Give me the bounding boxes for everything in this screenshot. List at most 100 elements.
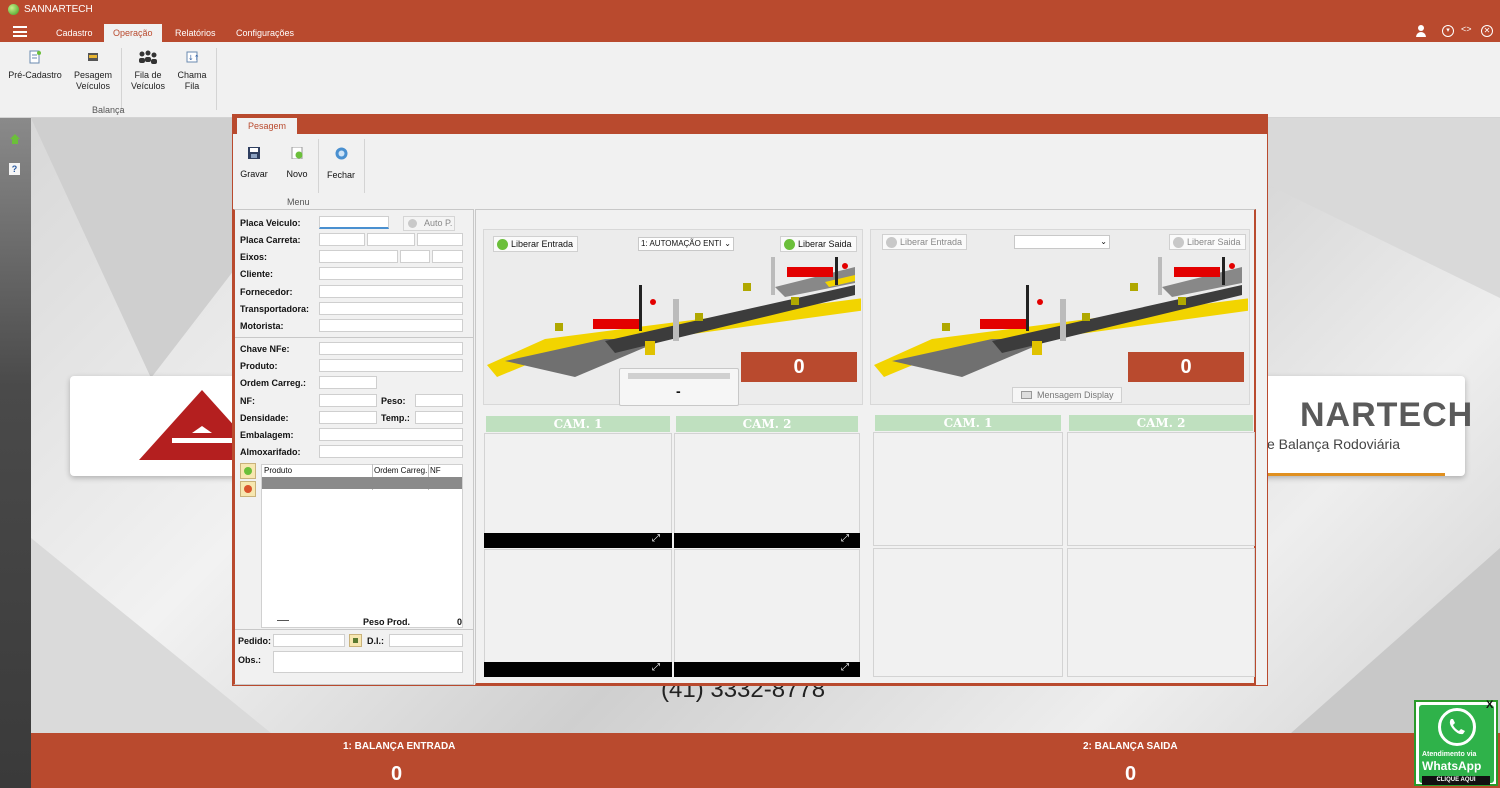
user-icon[interactable] [1416, 25, 1426, 37]
placa-carreta-input-1[interactable] [319, 233, 365, 246]
tab-operacao[interactable]: Operação [104, 24, 162, 42]
tab-cadastro[interactable]: Cadastro [47, 24, 102, 42]
ribbon-group-label: Balança [92, 105, 125, 115]
home-icon[interactable] [9, 133, 21, 145]
whatsapp-button[interactable]: Atendimento via WhatsApp CLIQUE AQUI X [1414, 699, 1498, 786]
gravar-button[interactable]: Gravar [239, 147, 269, 179]
chevron-down-icon[interactable]: ▾ [1442, 25, 1454, 37]
eixos-input-2[interactable] [400, 250, 430, 263]
whatsapp-close-button[interactable]: X [1486, 699, 1493, 711]
chevron-down-icon: ⌄ [724, 239, 731, 248]
ordem-carreg-input[interactable] [319, 376, 377, 389]
remove-product-button[interactable] [240, 481, 256, 497]
help-icon[interactable]: ? [9, 163, 20, 175]
almoxarifado-input[interactable] [319, 445, 463, 458]
eixos-input-3[interactable] [432, 250, 463, 263]
placa-veiculo-input[interactable] [319, 216, 389, 229]
di-label: D.I.: [367, 636, 384, 646]
grid-col-nf[interactable]: NF [430, 466, 441, 475]
grid-footer-dash [277, 620, 289, 621]
check-icon [1173, 237, 1184, 248]
add-product-button[interactable] [240, 463, 256, 479]
scale2-cam2-view[interactable] [1067, 432, 1255, 546]
fechar-button[interactable]: Fechar [325, 147, 357, 180]
close-icon[interactable]: ✕ [1481, 25, 1493, 37]
scale1-liberar-saida-button[interactable]: Liberar Saida [780, 236, 857, 252]
pesagem-veiculos-button[interactable]: Pesagem Veículos [70, 50, 116, 92]
close-circle-icon [335, 147, 347, 160]
scale2-cam3-view[interactable] [873, 548, 1063, 677]
calendar-button[interactable] [349, 634, 362, 647]
scale2-cam2-header: CAM. 2 [1069, 415, 1253, 431]
fornecedor-input[interactable] [319, 285, 463, 298]
scale1-cam3-footer [484, 662, 672, 677]
peso-prod-label: Peso Prod. [363, 617, 411, 627]
peso-input[interactable] [415, 394, 463, 407]
scale2-liberar-entrada-button[interactable]: Liberar Entrada [882, 234, 968, 250]
expand-icon[interactable]: ⤢ [652, 662, 660, 673]
pre-cadastro-button[interactable]: Pré-Cadastro [6, 50, 64, 81]
placa-veiculo-label: Placa Veiculo: [240, 218, 301, 228]
obs-textarea[interactable] [273, 651, 463, 673]
transportadora-input[interactable] [319, 302, 463, 315]
fornecedor-label: Fornecedor: [240, 287, 293, 297]
scale1-message-display: - [619, 368, 739, 406]
novo-button[interactable]: Novo [283, 147, 311, 179]
ribbon: Pré-Cadastro Pesagem Veículos Fila de Ve… [0, 42, 1500, 118]
scale2-cam1-header: CAM. 1 [875, 415, 1061, 431]
pedido-input[interactable] [273, 634, 345, 647]
di-input[interactable] [389, 634, 463, 647]
scale2-cam4-view[interactable] [1067, 548, 1255, 677]
densidade-input[interactable] [319, 411, 377, 424]
scale1-select[interactable]: 1: AUTOMAÇÃO ENTI ⌄ [638, 237, 734, 251]
mensagem-display-button[interactable]: Mensagem Display [1012, 387, 1122, 403]
chave-nfe-input[interactable] [319, 342, 463, 355]
placa-carreta-input-3[interactable] [417, 233, 463, 246]
peso-label: Peso: [381, 396, 406, 406]
embalagem-input[interactable] [319, 428, 463, 441]
scale2-select[interactable]: ⌄ [1014, 235, 1110, 249]
scale1-liberar-entrada-button[interactable]: Liberar Entrada [493, 236, 579, 252]
scale1-cam4-view[interactable] [674, 549, 860, 677]
motorista-input[interactable] [319, 319, 463, 332]
produto-input[interactable] [319, 359, 463, 372]
scale1-message-text: - [676, 383, 681, 399]
brand-subtitle-partial: e Balança Rodoviária [1267, 436, 1401, 452]
expand-icon[interactable]: ⤢ [841, 533, 849, 544]
whatsapp-line2: WhatsApp [1422, 759, 1482, 773]
placa-carreta-input-2[interactable] [367, 233, 415, 246]
grid-col-ordem-carreg[interactable]: Ordem Carreg. [374, 466, 427, 475]
scale1-cam2-view[interactable] [674, 433, 860, 548]
cliente-input[interactable] [319, 267, 463, 280]
auto-p-button[interactable]: Auto P. [403, 216, 455, 231]
tab-pesagem[interactable]: Pesagem [237, 118, 298, 134]
hamburger-menu-icon[interactable] [13, 26, 27, 37]
eixos-input-1[interactable] [319, 250, 398, 263]
queue-icon [126, 50, 170, 64]
tab-configuracoes[interactable]: Configurações [227, 24, 303, 42]
title-bar: SANNARTECH [0, 0, 1500, 20]
scale2-cam1-view[interactable] [873, 432, 1063, 546]
cliente-label: Cliente: [240, 269, 274, 279]
chevron-down-icon: ⌄ [1100, 237, 1107, 246]
check-icon [886, 237, 897, 248]
scale1-cam1-header: CAM. 1 [486, 416, 670, 432]
grid-selected-row[interactable] [262, 477, 462, 489]
scale1-cam3-view[interactable] [484, 549, 672, 677]
temp-input[interactable] [415, 411, 463, 424]
code-toggle-icon[interactable]: <> [1461, 24, 1472, 34]
expand-icon[interactable]: ⤢ [652, 533, 660, 544]
scale2-liberar-entrada-label: Liberar Entrada [900, 237, 963, 247]
grid-col-produto[interactable]: Produto [264, 466, 292, 475]
scale1-cam1-view[interactable] [484, 433, 672, 548]
scale1-value: 0 [391, 763, 403, 785]
chama-fila-button[interactable]: ↓↑ Chama Fila [172, 50, 212, 92]
scale2-liberar-saida-button[interactable]: Liberar Saida [1169, 234, 1246, 250]
fila-veiculos-button[interactable]: Fila de Veículos [126, 50, 170, 92]
expand-icon[interactable]: ⤢ [841, 662, 849, 673]
tab-relatorios[interactable]: Relatórios [166, 24, 225, 42]
whatsapp-line1: Atendimento via [1422, 751, 1477, 758]
embalagem-label: Embalagem: [240, 430, 294, 440]
whatsapp-icon [1438, 708, 1476, 746]
nf-input[interactable] [319, 394, 377, 407]
